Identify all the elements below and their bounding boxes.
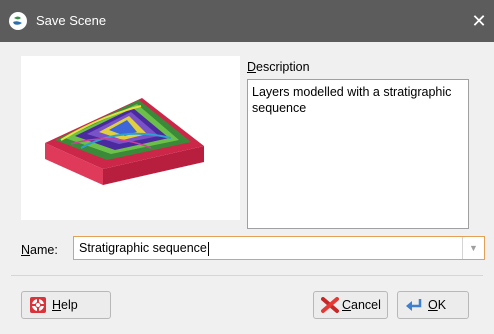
title-bar: Save Scene ✕ [0, 0, 494, 42]
lifebuoy-icon [29, 297, 47, 313]
cancel-button[interactable]: Cancel [313, 291, 388, 319]
save-scene-dialog: Save Scene ✕ Description Layers modelled… [0, 0, 494, 334]
description-label: Description [247, 60, 310, 74]
scene-preview-thumbnail [21, 56, 240, 220]
name-combobox[interactable]: Stratigraphic sequence ▼ [73, 236, 485, 260]
dialog-title: Save Scene [36, 13, 107, 28]
close-button[interactable]: ✕ [468, 10, 490, 32]
close-icon: ✕ [471, 11, 487, 31]
ok-button-label: OK [428, 298, 447, 312]
chevron-down-icon: ▼ [469, 243, 478, 253]
3d-model-thumbnail [45, 98, 204, 185]
text-caret [207, 241, 209, 256]
app-logo-icon [9, 12, 27, 30]
red-x-icon [321, 297, 339, 313]
name-input[interactable]: Stratigraphic sequence [79, 241, 209, 256]
name-label: Name: [21, 243, 58, 257]
dropdown-arrow-button[interactable]: ▼ [462, 237, 484, 259]
ok-arrow-icon [405, 297, 423, 313]
description-textarea[interactable]: Layers modelled with a stratigraphic seq… [247, 79, 469, 229]
divider [11, 275, 483, 276]
cancel-button-label: Cancel [342, 298, 381, 312]
help-button-label: Help [52, 298, 78, 312]
ok-button[interactable]: OK [397, 291, 469, 319]
help-button[interactable]: Help [21, 291, 111, 319]
